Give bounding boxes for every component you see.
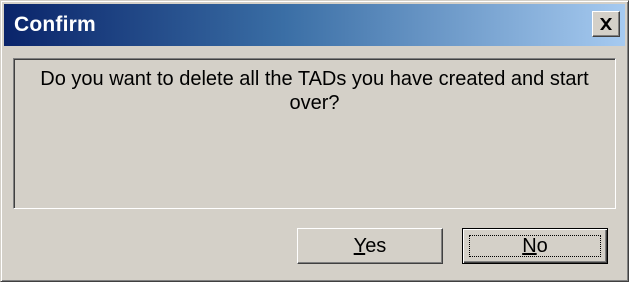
no-button-label: No [522,235,548,258]
close-button[interactable] [592,11,620,37]
no-button[interactable]: No [462,228,608,264]
no-label-rest: o [536,234,548,257]
title-bar[interactable]: Confirm [4,4,625,46]
yes-label-rest: es [365,234,387,257]
yes-button[interactable]: Yes [297,228,443,264]
yes-mnemonic: Y [353,234,366,257]
confirm-dialog: Confirm Do you want to delete all the TA… [0,0,629,282]
message-panel: Do you want to delete all the TADs you h… [13,58,616,209]
yes-button-label: Yes [354,235,387,258]
confirm-message: Do you want to delete all the TADs you h… [40,68,589,114]
close-icon [600,18,612,30]
no-mnemonic: N [522,234,537,257]
dialog-title: Confirm [14,13,96,36]
